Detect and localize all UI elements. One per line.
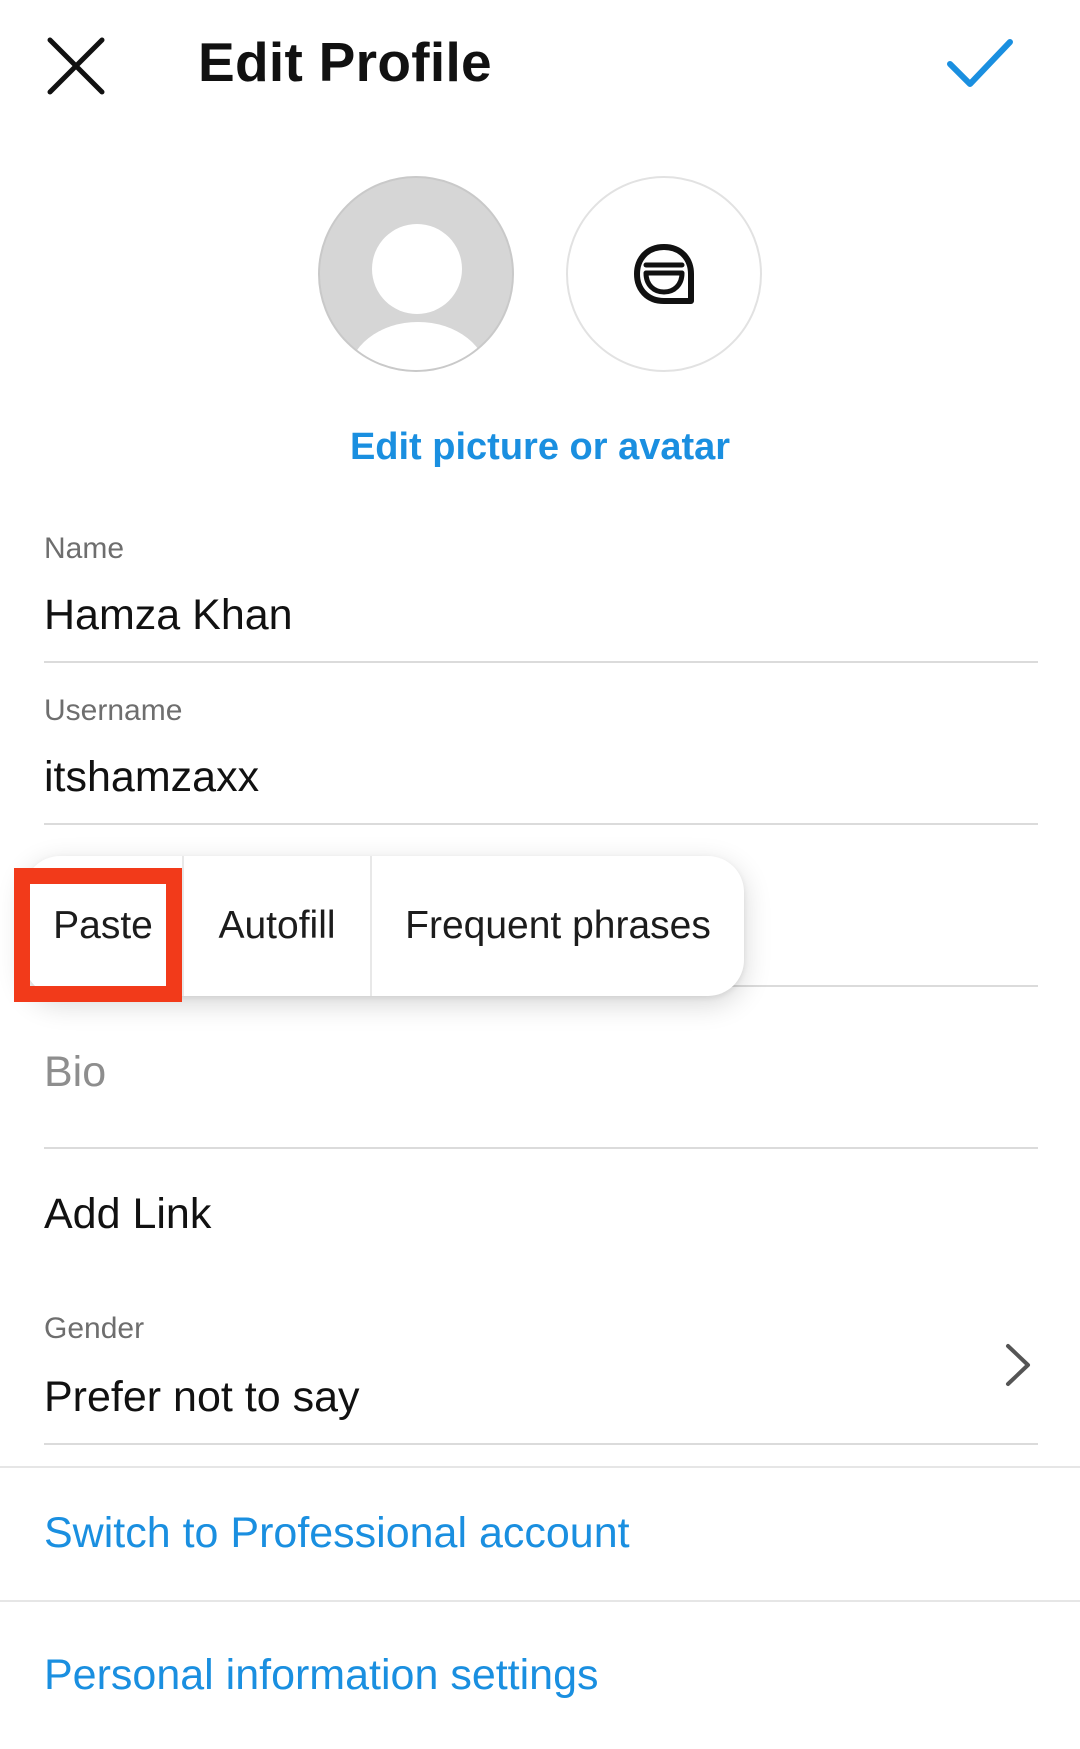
personal-info-link[interactable]: Personal information settings (44, 1651, 599, 1700)
frequent-phrases-button[interactable]: Frequent phrases (370, 856, 744, 996)
autofill-button[interactable]: Autofill (182, 856, 370, 996)
chevron-right-icon (1006, 1344, 1030, 1386)
username-divider (44, 823, 1038, 825)
edit-picture-link[interactable]: Edit picture or avatar (0, 426, 1080, 469)
section-divider (0, 1466, 1080, 1468)
bio-input[interactable]: Bio (44, 1048, 106, 1097)
header: Edit Profile (0, 0, 1080, 140)
name-label: Name (44, 532, 125, 565)
avatar-silhouette-body (348, 322, 488, 370)
username-label: Username (44, 694, 183, 727)
gender-value: Prefer not to say (44, 1373, 360, 1421)
name-value: Hamza Khan (44, 591, 293, 639)
avatar-sticker-button[interactable] (566, 176, 762, 372)
username-value: itshamzaxx (44, 753, 260, 801)
section-divider (0, 1600, 1080, 1602)
gender-divider (44, 1443, 1038, 1445)
username-input[interactable]: itshamzaxx (44, 747, 1038, 807)
name-divider (44, 661, 1038, 663)
done-button[interactable] (944, 34, 1016, 94)
paste-button[interactable]: Paste (24, 856, 182, 996)
default-avatar-icon (372, 224, 462, 314)
name-input[interactable]: Hamza Khan (44, 585, 1038, 645)
close-icon (47, 37, 105, 95)
profile-photo[interactable] (318, 176, 514, 372)
checkmark-icon (947, 39, 1013, 87)
gender-label: Gender (44, 1312, 145, 1345)
add-link-button[interactable]: Add Link (44, 1190, 211, 1239)
close-button[interactable] (40, 34, 112, 106)
page-title: Edit Profile (198, 31, 492, 93)
avatar-face-icon (634, 244, 694, 304)
edit-profile-screen: Edit Profile Edit picture or avatar Name… (0, 0, 1080, 1749)
text-selection-menu: Paste Autofill Frequent phrases (24, 856, 744, 996)
bio-divider (44, 1147, 1038, 1149)
switch-professional-link[interactable]: Switch to Professional account (44, 1509, 630, 1558)
